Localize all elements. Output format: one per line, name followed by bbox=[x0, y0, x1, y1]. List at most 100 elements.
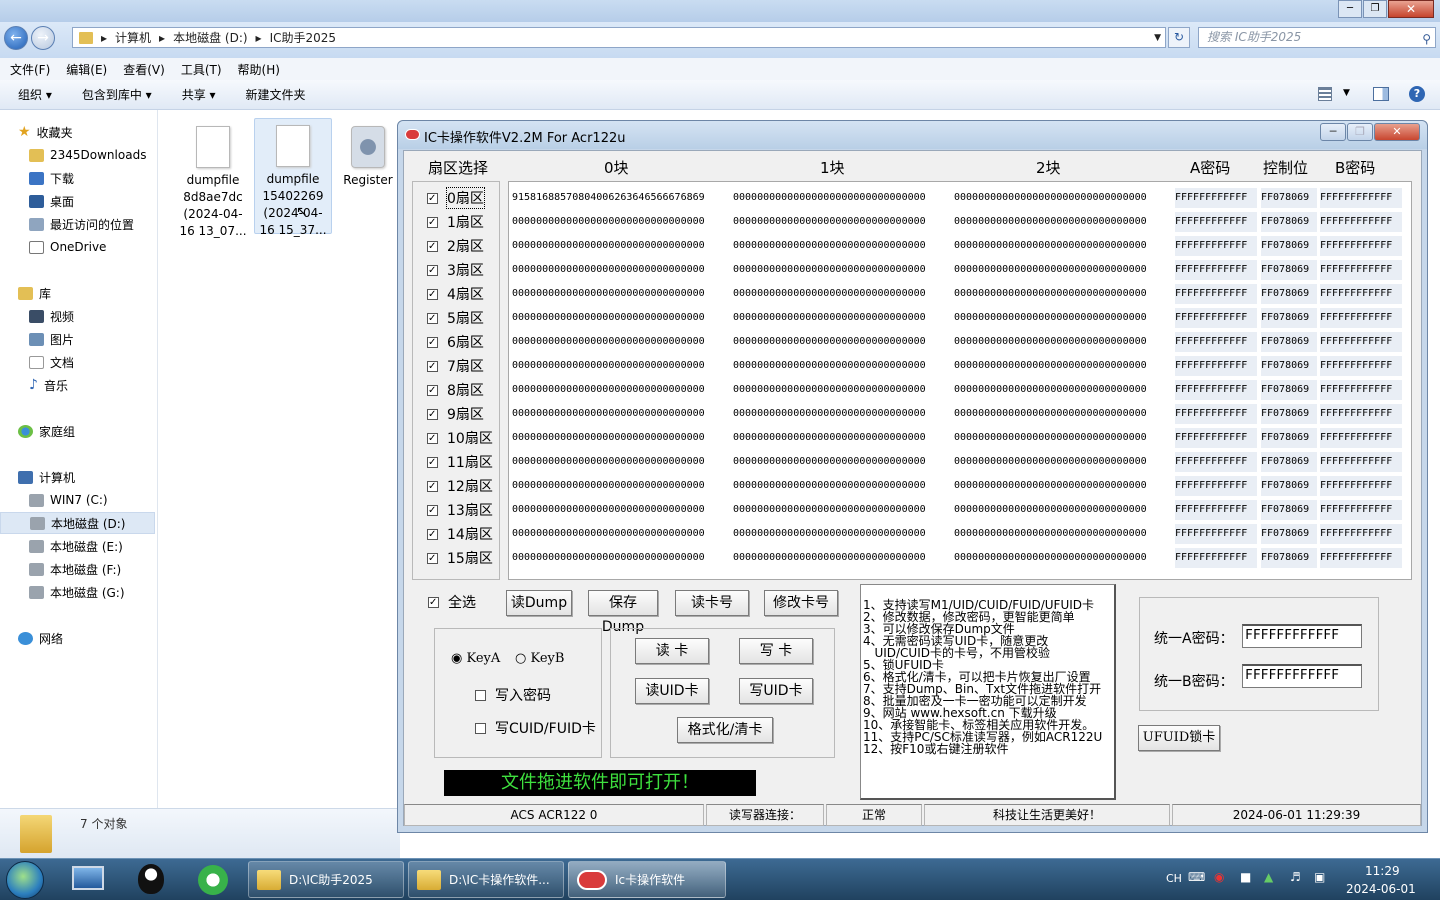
keyb-cell[interactable]: FFFFFFFFFFFF bbox=[1320, 452, 1402, 472]
qq-icon[interactable] bbox=[138, 864, 164, 894]
block2-cell[interactable]: 00000000000000000000000000000000 bbox=[954, 308, 1172, 328]
checkbox-box[interactable] bbox=[427, 240, 438, 252]
control-cell[interactable]: FF078069 bbox=[1261, 260, 1317, 280]
control-cell[interactable]: FF078069 bbox=[1261, 236, 1317, 256]
block0-cell[interactable]: 00000000000000000000000000000000 bbox=[512, 236, 730, 256]
keyb-cell[interactable]: FFFFFFFFFFFF bbox=[1320, 428, 1402, 448]
checkbox-box[interactable] bbox=[427, 480, 438, 492]
menu-file[interactable]: 文件(F) bbox=[10, 61, 50, 78]
include-library-button[interactable]: 包含到库中 ▾ bbox=[82, 86, 152, 103]
nav-network[interactable]: 网络 bbox=[18, 627, 175, 649]
block0-cell[interactable]: 00000000000000000000000000000000 bbox=[512, 476, 730, 496]
keya-cell[interactable]: FFFFFFFFFFFF bbox=[1175, 332, 1257, 352]
breadcrumb-computer[interactable]: 计算机 bbox=[115, 29, 151, 46]
menu-edit[interactable]: 编辑(E) bbox=[66, 61, 107, 78]
keya-cell[interactable]: FFFFFFFFFFFF bbox=[1175, 308, 1257, 328]
keyb-radio[interactable]: ○ KeyB bbox=[515, 651, 564, 666]
control-cell[interactable]: FF078069 bbox=[1261, 548, 1317, 568]
block1-cell[interactable]: 00000000000000000000000000000000 bbox=[733, 260, 951, 280]
block0-cell[interactable]: 00000000000000000000000000000000 bbox=[512, 404, 730, 424]
breadcrumb-folder[interactable]: IC助手2025 bbox=[270, 29, 336, 46]
save-dump-button[interactable]: 保存Dump bbox=[588, 590, 658, 635]
checkbox-box[interactable] bbox=[427, 216, 438, 228]
keya-radio[interactable]: ◉ KeyA bbox=[451, 651, 500, 666]
block1-cell[interactable]: 00000000000000000000000000000000 bbox=[733, 284, 951, 304]
control-cell[interactable]: FF078069 bbox=[1261, 524, 1317, 544]
nav-homegroup[interactable]: 家庭组 bbox=[18, 420, 175, 442]
keyb-cell[interactable]: FFFFFFFFFFFF bbox=[1320, 284, 1402, 304]
keya-cell[interactable]: FFFFFFFFFFFF bbox=[1175, 548, 1257, 568]
taskbar-item-explorer-1[interactable]: D:\IC助手2025 bbox=[248, 861, 404, 898]
block1-cell[interactable]: 00000000000000000000000000000000 bbox=[733, 476, 951, 496]
checkbox-box[interactable] bbox=[427, 192, 438, 204]
checkbox-box[interactable] bbox=[427, 456, 438, 468]
checkbox-box[interactable] bbox=[427, 264, 438, 276]
sector-checkbox-15[interactable]: 15扇区 bbox=[427, 548, 493, 568]
block1-cell[interactable]: 00000000000000000000000000000000 bbox=[733, 500, 951, 520]
block0-cell[interactable]: 00000000000000000000000000000000 bbox=[512, 500, 730, 520]
menu-view[interactable]: 查看(V) bbox=[123, 61, 165, 78]
read-dump-button[interactable]: 读Dump bbox=[506, 590, 572, 616]
sector-checkbox-8[interactable]: 8扇区 bbox=[427, 380, 484, 400]
block1-cell[interactable]: 00000000000000000000000000000000 bbox=[733, 212, 951, 232]
keya-cell[interactable]: FFFFFFFFFFFF bbox=[1175, 284, 1257, 304]
keya-cell[interactable]: FFFFFFFFFFFF bbox=[1175, 188, 1257, 208]
checkbox-box[interactable] bbox=[427, 528, 438, 540]
keya-cell[interactable]: FFFFFFFFFFFF bbox=[1175, 524, 1257, 544]
block1-cell[interactable]: 00000000000000000000000000000000 bbox=[733, 380, 951, 400]
block2-cell[interactable]: 00000000000000000000000000000000 bbox=[954, 380, 1172, 400]
keyb-cell[interactable]: FFFFFFFFFFFF bbox=[1320, 500, 1402, 520]
menu-tools[interactable]: 工具(T) bbox=[181, 61, 222, 78]
format-button[interactable]: 格式化/清卡 bbox=[677, 717, 773, 743]
ime-indicator[interactable]: CH bbox=[1166, 872, 1182, 885]
nav-libraries[interactable]: 库 bbox=[18, 282, 175, 304]
keyb-cell[interactable]: FFFFFFFFFFFF bbox=[1320, 356, 1402, 376]
network-tray-icon[interactable]: ▣ bbox=[1314, 870, 1325, 884]
sector-checkbox-10[interactable]: 10扇区 bbox=[427, 428, 493, 448]
block2-cell[interactable]: 00000000000000000000000000000000 bbox=[954, 404, 1172, 424]
breadcrumb-drive[interactable]: 本地磁盘 (D:) bbox=[173, 29, 247, 46]
block1-cell[interactable]: 00000000000000000000000000000000 bbox=[733, 452, 951, 472]
sector-checkbox-1[interactable]: 1扇区 bbox=[427, 212, 484, 232]
chevron-down-icon[interactable]: ▼ bbox=[1154, 33, 1161, 43]
sector-checkbox-7[interactable]: 7扇区 bbox=[427, 356, 484, 376]
maximize-button[interactable]: ❐ bbox=[1363, 0, 1387, 18]
keyb-cell[interactable]: FFFFFFFFFFFF bbox=[1320, 404, 1402, 424]
security-icon[interactable]: ◉ bbox=[1214, 870, 1224, 884]
block0-cell[interactable]: 00000000000000000000000000000000 bbox=[512, 284, 730, 304]
checkbox-box[interactable] bbox=[427, 336, 438, 348]
minimize-button[interactable]: ─ bbox=[1320, 123, 1346, 141]
unified-a-input[interactable]: FFFFFFFFFFFF bbox=[1242, 624, 1362, 648]
block0-cell[interactable]: 00000000000000000000000000000000 bbox=[512, 524, 730, 544]
control-cell[interactable]: FF078069 bbox=[1261, 476, 1317, 496]
read-card-button[interactable]: 读 卡 bbox=[635, 638, 709, 664]
keyboard-icon[interactable]: ⌨ bbox=[1188, 870, 1205, 884]
file-item[interactable]: dumpfile 8d8ae7dc (2024-04- 16 13_07... bbox=[174, 120, 252, 238]
keyb-cell[interactable]: FFFFFFFFFFFF bbox=[1320, 236, 1402, 256]
close-button[interactable]: ✕ bbox=[1374, 123, 1420, 141]
share-button[interactable]: 共享 ▾ bbox=[182, 86, 216, 103]
checkbox-box[interactable] bbox=[475, 722, 486, 734]
control-cell[interactable]: FF078069 bbox=[1261, 428, 1317, 448]
view-options-icon[interactable] bbox=[1318, 87, 1332, 101]
minimize-button[interactable]: ─ bbox=[1338, 0, 1362, 18]
checkbox-box[interactable] bbox=[427, 552, 438, 564]
control-cell[interactable]: FF078069 bbox=[1261, 452, 1317, 472]
sector-checkbox-6[interactable]: 6扇区 bbox=[427, 332, 484, 352]
file-item-selected[interactable]: dumpfile 15402269 (2024-04- 16 15_37... bbox=[254, 118, 332, 237]
checkbox-box[interactable] bbox=[475, 689, 486, 701]
block2-cell[interactable]: 00000000000000000000000000000000 bbox=[954, 476, 1172, 496]
sector-checkbox-11[interactable]: 11扇区 bbox=[427, 452, 493, 472]
write-cuid-checkbox[interactable]: 写CUID/FUID卡 bbox=[475, 718, 596, 738]
app-tray-icon[interactable]: ■ bbox=[1240, 870, 1251, 884]
checkbox-box[interactable] bbox=[427, 384, 438, 396]
sector-checkbox-14[interactable]: 14扇区 bbox=[427, 524, 493, 544]
write-uid-button[interactable]: 写UID卡 bbox=[739, 678, 813, 704]
back-button[interactable]: ← bbox=[4, 26, 28, 50]
checkbox-box[interactable] bbox=[427, 504, 438, 516]
clock-date[interactable]: 2024-06-01 bbox=[1346, 882, 1416, 896]
block1-cell[interactable]: 00000000000000000000000000000000 bbox=[733, 308, 951, 328]
block0-cell[interactable]: 00000000000000000000000000000000 bbox=[512, 356, 730, 376]
block2-cell[interactable]: 00000000000000000000000000000000 bbox=[954, 332, 1172, 352]
keyb-cell[interactable]: FFFFFFFFFFFF bbox=[1320, 260, 1402, 280]
